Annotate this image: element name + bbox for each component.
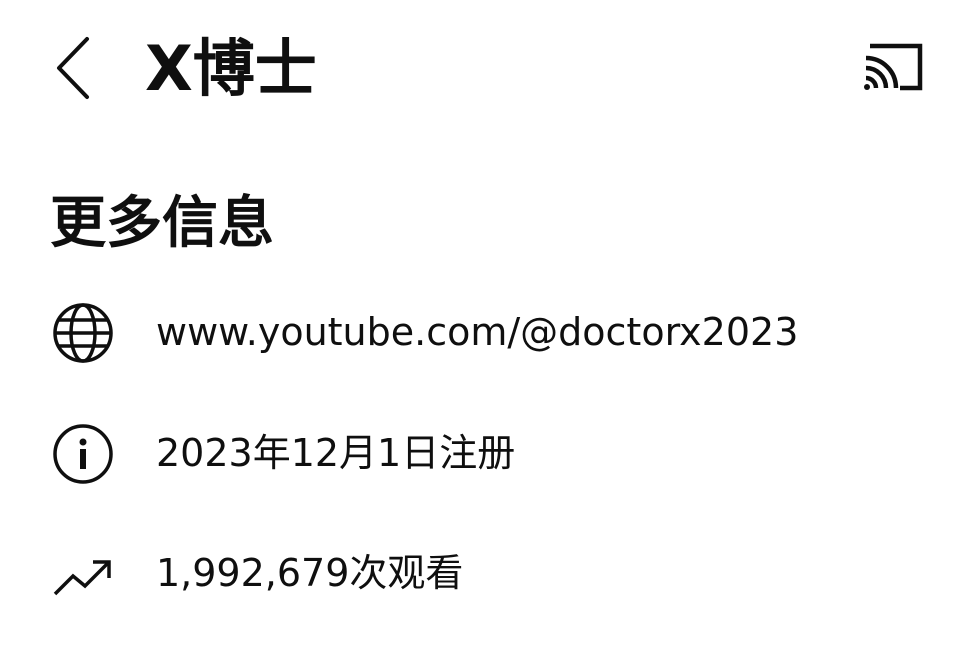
view-count-text: 1,992,679次观看 bbox=[156, 551, 464, 595]
channel-link[interactable]: www.youtube.com/@doctorx2023 bbox=[156, 292, 798, 372]
joined-date-row: 2023年12月1日注册 bbox=[0, 413, 961, 493]
section-heading: 更多信息 bbox=[50, 191, 274, 256]
page-title: X博士 bbox=[145, 32, 317, 105]
top-app-bar: X博士 bbox=[0, 0, 961, 136]
channel-link-row[interactable]: www.youtube.com/@doctorx2023 bbox=[0, 292, 961, 372]
trending-up-icon bbox=[50, 541, 116, 607]
back-button[interactable] bbox=[40, 28, 106, 108]
info-icon bbox=[50, 421, 116, 487]
joined-date-text: 2023年12月1日注册 bbox=[156, 431, 516, 475]
cast-icon bbox=[864, 43, 923, 91]
view-count-row: 1,992,679次观看 bbox=[0, 533, 961, 613]
cast-button[interactable] bbox=[852, 30, 936, 104]
globe-icon bbox=[50, 300, 116, 366]
chevron-left-icon bbox=[57, 37, 89, 99]
